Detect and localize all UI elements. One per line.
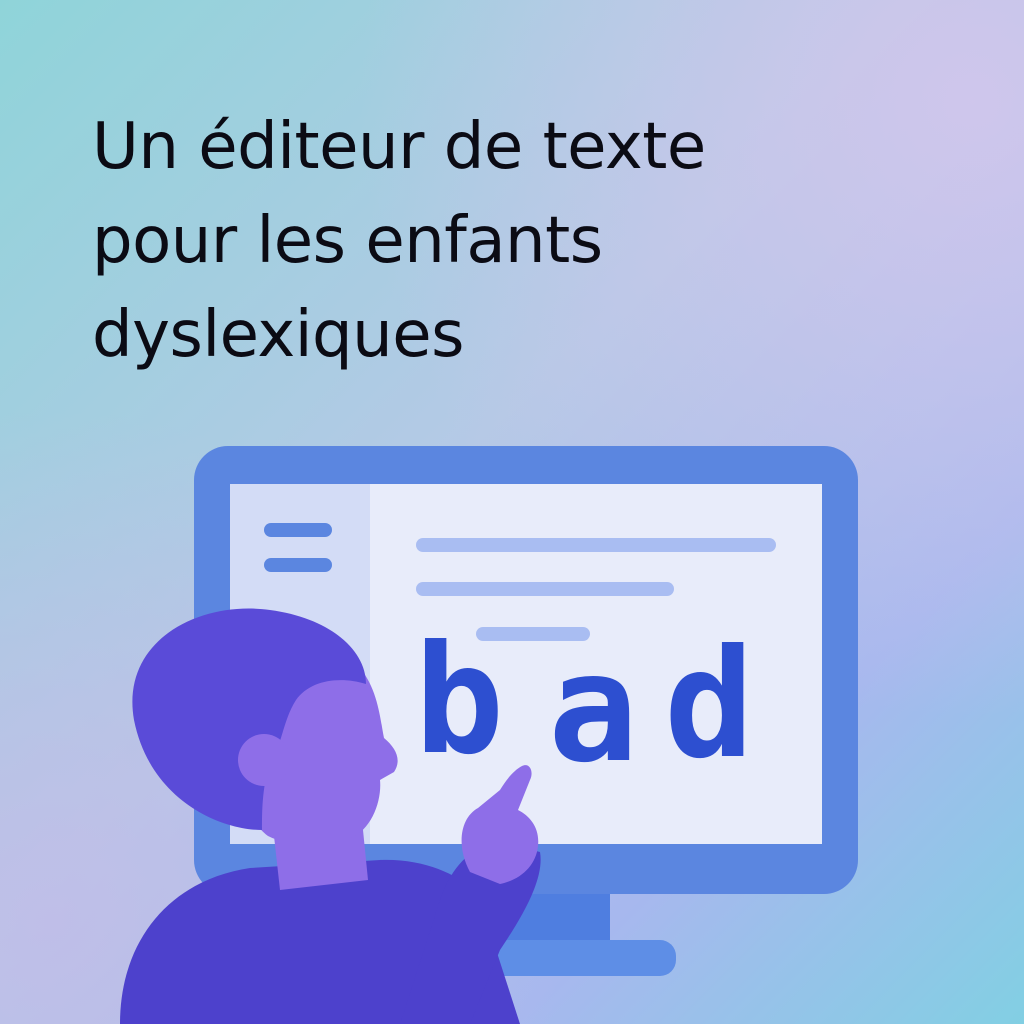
child-ear — [238, 734, 290, 786]
word-letter-d: d — [664, 618, 754, 792]
sidebar-menu-line — [264, 558, 332, 572]
child-at-computer-illustration: b a d — [120, 446, 858, 1024]
word-letter-b: b — [414, 614, 504, 788]
text-line-placeholder — [416, 538, 776, 552]
word-letter-a: a — [548, 622, 638, 796]
text-line-placeholder — [416, 582, 674, 596]
editor-word: b a d — [414, 614, 754, 796]
sidebar-menu-line — [264, 523, 332, 537]
